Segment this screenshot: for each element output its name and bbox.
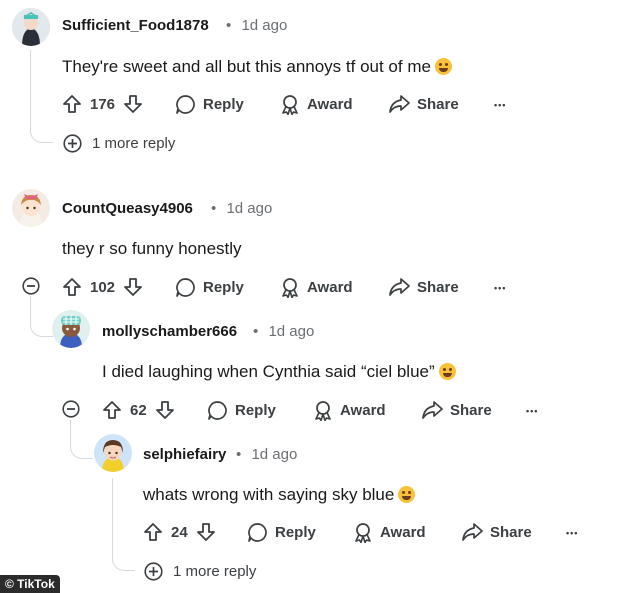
share-icon (462, 523, 483, 541)
award-icon (315, 401, 331, 421)
more-options-button[interactable]: ••• (494, 100, 506, 110)
username[interactable]: Sufficient_Food1878 (62, 17, 209, 34)
avatar[interactable] (12, 8, 50, 46)
share-button[interactable]: Share (388, 277, 459, 297)
share-label: Share (490, 523, 532, 541)
reply-label: Reply (203, 96, 244, 113)
comment-body: I died laughing when Cynthia said “ciel … (102, 362, 435, 381)
meta-separator: • (211, 200, 217, 217)
downvote-icon[interactable] (155, 400, 175, 420)
reply-button[interactable]: Reply (207, 400, 276, 421)
thread-line (112, 478, 135, 571)
meta-separator: • (253, 323, 259, 340)
rofl-emoji (434, 58, 452, 75)
username[interactable]: CountQueasy4906 (62, 200, 193, 217)
more-replies-label: 1 more reply (173, 563, 257, 580)
share-icon (422, 401, 443, 419)
share-icon (389, 95, 410, 113)
timestamp: 1d ago (226, 200, 273, 217)
reply-label: Reply (275, 524, 316, 541)
reply-button[interactable]: Reply (247, 522, 316, 543)
vote-count: 176 (90, 95, 116, 113)
award-button[interactable]: Award (280, 94, 353, 115)
plus-circle-icon (63, 134, 82, 153)
comment-bubble-icon (208, 401, 227, 420)
comment-bubble-icon (176, 278, 195, 297)
comment-meta: • 1d ago (211, 200, 272, 217)
downvote-icon[interactable] (123, 94, 143, 114)
reply-label: Reply (203, 279, 244, 296)
comment-bubble-icon (176, 95, 195, 114)
comment-bubble-icon (248, 523, 267, 542)
comment-text: They're sweet and all but this annoys tf… (62, 57, 452, 77)
avatar[interactable] (12, 189, 50, 227)
plus-circle-icon (144, 562, 163, 581)
comment-meta: • 1d ago (226, 17, 287, 34)
share-button[interactable]: Share (461, 522, 532, 542)
comment-body: they r so funny honestly (62, 239, 242, 258)
more-replies-label: 1 more reply (92, 135, 176, 152)
meta-separator: • (236, 446, 242, 463)
award-label: Award (307, 96, 353, 113)
vote-count: 62 (130, 401, 147, 419)
award-icon (282, 95, 298, 115)
share-button[interactable]: Share (388, 94, 459, 114)
vote-bar: 176 (62, 94, 143, 114)
timestamp: 1d ago (268, 323, 315, 340)
comment-meta: • 1d ago (236, 446, 297, 463)
share-label: Share (417, 95, 459, 113)
upvote-icon[interactable] (143, 522, 163, 542)
award-label: Award (307, 279, 353, 296)
reply-button[interactable]: Reply (175, 94, 244, 115)
more-replies-button[interactable]: 1 more reply (144, 562, 256, 581)
share-button[interactable]: Share (421, 400, 492, 420)
crying-emoji (398, 486, 416, 503)
thread-line (70, 420, 93, 459)
share-icon (389, 278, 410, 296)
username[interactable]: selphiefairy (143, 446, 226, 463)
award-label: Award (340, 402, 386, 419)
share-label: Share (450, 401, 492, 419)
more-options-button[interactable]: ••• (566, 528, 578, 538)
award-button[interactable]: Award (280, 277, 353, 298)
username[interactable]: mollyschamber666 (102, 323, 237, 340)
reply-label: Reply (235, 402, 276, 419)
upvote-icon[interactable] (102, 400, 122, 420)
share-label: Share (417, 278, 459, 296)
comment-body: They're sweet and all but this annoys tf… (62, 57, 431, 76)
award-button[interactable]: Award (313, 400, 386, 421)
comment-meta: • 1d ago (253, 323, 314, 340)
award-icon (282, 278, 298, 298)
grinning-sweat-emoji (438, 363, 456, 380)
vote-bar: 102 (62, 277, 143, 297)
timestamp: 1d ago (251, 446, 298, 463)
vote-count: 102 (90, 278, 116, 296)
award-icon (355, 523, 371, 543)
thread-line (30, 296, 53, 337)
thread-line (30, 50, 53, 143)
timestamp: 1d ago (241, 17, 288, 34)
collapse-thread-icon[interactable] (22, 277, 40, 295)
avatar[interactable] (94, 434, 132, 472)
comment-text: whats wrong with saying sky blue (143, 485, 416, 505)
more-options-button[interactable]: ••• (494, 283, 506, 293)
downvote-icon[interactable] (123, 277, 143, 297)
meta-separator: • (226, 17, 232, 34)
upvote-icon[interactable] (62, 94, 82, 114)
vote-count: 24 (171, 523, 188, 541)
comment-text: I died laughing when Cynthia said “ciel … (102, 362, 456, 382)
award-button[interactable]: Award (353, 522, 426, 543)
vote-bar: 62 (102, 400, 175, 420)
more-options-button[interactable]: ••• (526, 406, 538, 416)
reply-button[interactable]: Reply (175, 277, 244, 298)
avatar[interactable] (52, 310, 90, 348)
comment-body: whats wrong with saying sky blue (143, 485, 395, 504)
watermark: © TikTok (0, 575, 60, 593)
upvote-icon[interactable] (62, 277, 82, 297)
award-label: Award (380, 524, 426, 541)
vote-bar: 24 (143, 522, 216, 542)
collapse-thread-icon[interactable] (62, 400, 80, 418)
more-replies-button[interactable]: 1 more reply (63, 134, 175, 153)
downvote-icon[interactable] (196, 522, 216, 542)
